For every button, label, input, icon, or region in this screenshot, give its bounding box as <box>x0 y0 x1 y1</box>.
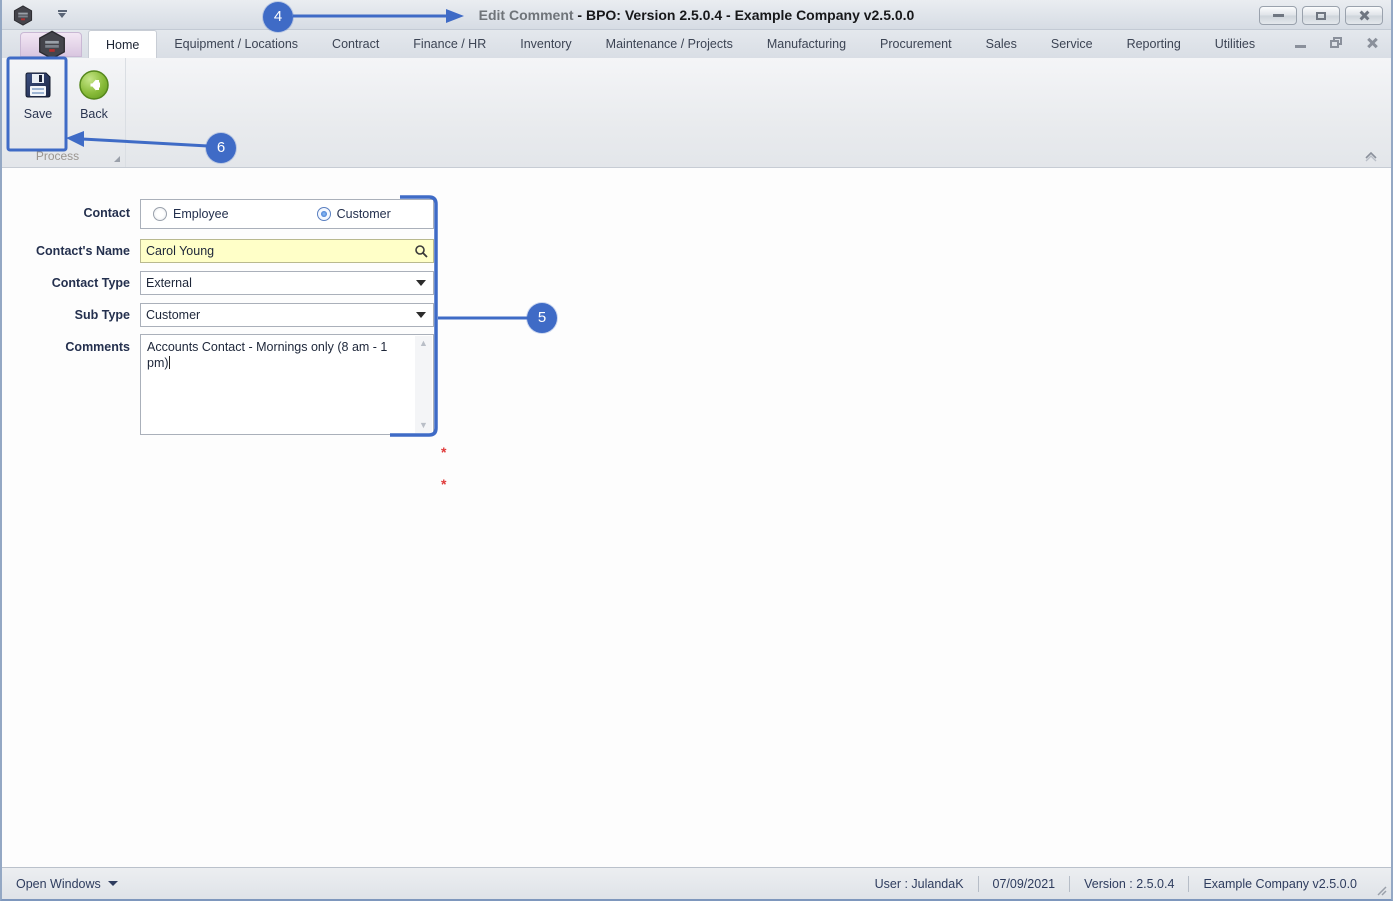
tab-service[interactable]: Service <box>1034 30 1110 58</box>
contact-type-label: Contact Type <box>51 276 130 290</box>
sub-type-dropdown[interactable]: Customer <box>140 303 434 327</box>
callout-6-badge: 6 <box>206 133 236 163</box>
app-logo-icon <box>39 30 65 60</box>
app-window: Edit Comment - BPO: Version 2.5.0.4 - Ex… <box>0 0 1393 901</box>
ribbon-tab-strip: Home Equipment / Locations Contract Fina… <box>2 30 1391 60</box>
close-button[interactable] <box>1345 6 1383 25</box>
radio-employee-icon <box>153 207 167 221</box>
sub-type-required-marker: * <box>441 476 447 492</box>
close-icon <box>1359 11 1370 20</box>
mdi-restore-icon[interactable] <box>1330 37 1342 48</box>
scroll-down-icon[interactable]: ▼ <box>419 421 428 430</box>
contact-label: Contact <box>83 206 130 220</box>
tab-inventory[interactable]: Inventory <box>503 30 588 58</box>
callout-4-badge: 4 <box>263 2 293 32</box>
maximize-icon <box>1316 11 1326 20</box>
tab-maintenance-projects[interactable]: Maintenance / Projects <box>589 30 750 58</box>
save-button-label: Save <box>23 107 53 121</box>
application-menu-button[interactable] <box>20 30 82 60</box>
ribbon-group-label: Process <box>35 149 80 163</box>
window-controls <box>1259 6 1383 25</box>
callout-5-badge: 5 <box>527 303 557 333</box>
status-company: Example Company v2.5.0.0 <box>1203 876 1357 891</box>
tab-finance-hr[interactable]: Finance / HR <box>396 30 503 58</box>
save-floppy-icon <box>25 72 51 98</box>
open-windows-label: Open Windows <box>16 876 101 891</box>
resize-grip-icon[interactable] <box>1373 882 1387 896</box>
comments-textarea[interactable]: Accounts Contact - Mornings only (8 am -… <box>140 334 434 435</box>
tab-contract[interactable]: Contract <box>315 30 396 58</box>
tab-equipment-locations[interactable]: Equipment / Locations <box>157 30 315 58</box>
contacts-name-label: Contact's Name <box>36 244 130 258</box>
dialog-launcher-icon[interactable] <box>113 155 121 163</box>
chevron-down-icon[interactable] <box>416 312 426 318</box>
mdi-window-controls <box>1295 37 1377 48</box>
back-arrow-icon <box>79 70 109 100</box>
status-bar: Open Windows User : JulandaK 07/09/2021 … <box>2 867 1391 899</box>
window-title-prefix: Edit Comment <box>478 7 578 23</box>
scroll-up-icon[interactable]: ▲ <box>419 339 428 348</box>
comments-value: Accounts Contact - Mornings only (8 am -… <box>147 340 388 370</box>
title-bar: Edit Comment - BPO: Version 2.5.0.4 - Ex… <box>2 0 1391 30</box>
back-button-label: Back <box>80 107 108 121</box>
window-title: Edit Comment - BPO: Version 2.5.0.4 - Ex… <box>2 0 1391 30</box>
sub-type-value: Customer <box>146 308 201 322</box>
tab-procurement[interactable]: Procurement <box>863 30 969 58</box>
tab-sales[interactable]: Sales <box>969 30 1034 58</box>
search-icon[interactable] <box>414 244 428 258</box>
tab-home[interactable]: Home <box>88 30 158 58</box>
contacts-name-value: Carol Young <box>146 244 215 258</box>
open-windows-button[interactable]: Open Windows <box>16 877 118 891</box>
comments-label: Comments <box>65 340 130 354</box>
radio-employee[interactable]: Employee <box>153 207 229 221</box>
back-button[interactable]: Back <box>68 63 120 145</box>
status-version: Version : 2.5.0.4 <box>1084 876 1175 891</box>
contact-type-required-marker: * <box>441 444 447 460</box>
status-date: 07/09/2021 <box>992 876 1056 891</box>
save-button[interactable]: Save <box>12 63 64 145</box>
minimize-button[interactable] <box>1259 6 1297 25</box>
radio-employee-label: Employee <box>173 207 229 221</box>
comments-scrollbar[interactable]: ▲ ▼ <box>415 336 432 433</box>
contact-type-value: External <box>146 276 192 290</box>
caret-down-icon <box>107 881 118 886</box>
window-title-main: - BPO: Version 2.5.0.4 - Example Company… <box>577 7 915 23</box>
mdi-minimize-icon[interactable] <box>1295 45 1306 48</box>
contact-type-dropdown[interactable]: External <box>140 271 434 295</box>
contacts-name-input[interactable]: Carol Young <box>140 239 434 263</box>
tab-utilities[interactable]: Utilities <box>1198 30 1272 58</box>
status-user: User : JulandaK <box>874 876 964 891</box>
radio-customer-label: Customer <box>336 207 391 221</box>
collapse-ribbon-icon[interactable] <box>1363 151 1379 163</box>
maximize-button[interactable] <box>1302 6 1340 25</box>
contact-radio-group: Employee Customer <box>140 199 434 229</box>
ribbon-group-process: Save Back Process <box>4 58 126 167</box>
chevron-down-icon[interactable] <box>416 280 426 286</box>
radio-customer[interactable]: Customer <box>316 207 391 221</box>
ribbon-group-footer: Process <box>4 149 125 165</box>
tab-manufacturing[interactable]: Manufacturing <box>750 30 863 58</box>
text-cursor <box>168 356 170 369</box>
sub-type-label: Sub Type <box>74 308 130 322</box>
radio-customer-icon <box>316 207 331 221</box>
minimize-icon <box>1272 14 1284 17</box>
mdi-close-icon[interactable] <box>1366 37 1377 48</box>
edit-comment-form: Contact Employee Customer Contact's Name… <box>2 169 1391 867</box>
tab-reporting[interactable]: Reporting <box>1110 30 1198 58</box>
status-right-panels: User : JulandaK 07/09/2021 Version : 2.5… <box>861 868 1391 899</box>
ribbon-tabs: Home Equipment / Locations Contract Fina… <box>88 30 1272 58</box>
